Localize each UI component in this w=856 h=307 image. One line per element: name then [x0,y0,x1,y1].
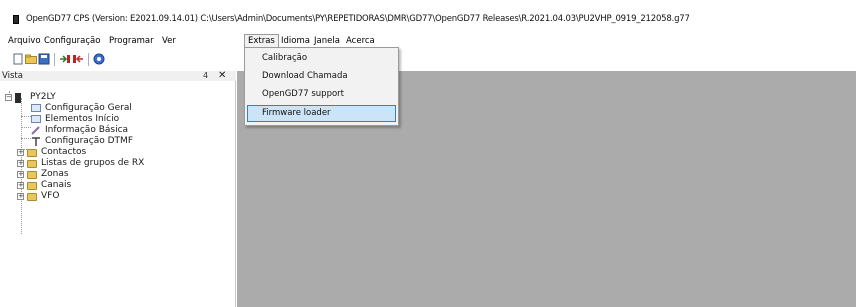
tree-panel: Vista 4 ✕ − PY2LY Configuração Geral Ele… [0,70,236,307]
menu-extras[interactable]: Extras [244,34,279,48]
help-circle-icon [93,53,105,65]
toolbar [0,48,856,71]
title-bar: OpenGD77 CPS (Version: E2021.09.14.01) C… [0,0,856,34]
toolbar-separator [54,53,55,66]
write-arrow-icon [73,55,83,63]
tree-item-label: Configuração DTMF [45,136,133,146]
panel-header: Vista 4 ✕ [0,70,236,81]
tree-item-canais[interactable]: + Canais [0,180,236,191]
expand-icon[interactable]: + [17,182,24,189]
menu-configuracao[interactable]: Configuração [41,34,103,48]
tree-item-label: Contactos [41,147,87,157]
menu-arquivo[interactable]: Arquivo [5,34,44,48]
tree-item-label: Informação Básica [45,125,129,135]
dtmf-icon [31,137,41,146]
settings-document-icon [31,104,41,112]
menu-item-download-chamada[interactable]: Download Chamada [247,68,396,85]
help-button[interactable] [93,53,105,65]
window-title: OpenGD77 CPS (Version: E2021.09.14.01) C… [26,14,690,24]
read-radio-button[interactable] [59,53,71,65]
tree-item-vfo[interactable]: + VFO [0,191,236,202]
menu-bar: Arquivo Configuração Programar Ver Extra… [0,34,856,48]
open-folder-icon [25,54,37,64]
save-disk-icon [38,53,50,65]
expand-icon[interactable]: + [17,193,24,200]
new-file-icon [13,53,23,65]
close-icon[interactable]: ✕ [218,70,226,81]
folder-icon [27,171,37,179]
new-file-button[interactable] [12,53,24,65]
folder-icon [27,160,37,168]
tree-item-elementos-inicio[interactable]: Elementos Início [0,114,236,125]
menu-programar[interactable]: Programar [106,34,157,48]
panel-title: Vista [2,71,23,81]
write-radio-button[interactable] [72,53,84,65]
tree-item-label: Configuração Geral [45,103,132,113]
pin-icon[interactable]: 4 [203,71,208,81]
info-pen-icon [31,126,41,135]
save-button[interactable] [38,53,50,65]
collapse-icon[interactable]: − [5,94,12,101]
radio-device-icon [15,93,21,103]
tree-item-informacao-basica[interactable]: Informação Básica [0,125,236,136]
extras-dropdown-menu: Calibração Download Chamada OpenGD77 sup… [244,47,399,126]
tree-root[interactable]: − PY2LY [0,92,236,103]
tree-item-contactos[interactable]: + Contactos [0,147,236,158]
tree-item-configuracao-geral[interactable]: Configuração Geral [0,103,236,114]
app-icon [13,15,19,24]
menu-item-calibracao[interactable]: Calibração [247,50,396,67]
menu-acerca[interactable]: Acerca [343,34,378,48]
menu-ver[interactable]: Ver [159,34,179,48]
tree-item-label: Zonas [41,169,69,179]
tree-item-label: Canais [41,180,72,190]
folder-icon [27,182,37,190]
folder-icon [27,193,37,201]
open-file-button[interactable] [25,53,37,65]
menu-item-firmware-loader[interactable]: Firmware loader [247,105,396,122]
menu-janela[interactable]: Janela [311,34,343,48]
toolbar-separator [88,53,89,66]
tree-root-label: PY2LY [30,92,56,102]
expand-icon[interactable]: + [17,160,24,167]
document-icon [31,115,41,123]
tree-item-configuracao-dtmf[interactable]: Configuração DTMF [0,136,236,147]
tree-item-listas-rx[interactable]: + Listas de grupos de RX [0,158,236,169]
expand-icon[interactable]: + [17,171,24,178]
tree-item-label: Listas de grupos de RX [41,158,145,168]
expand-icon[interactable]: + [17,149,24,156]
tree-item-zonas[interactable]: + Zonas [0,169,236,180]
menu-item-opengd77-support[interactable]: OpenGD77 support [247,86,396,103]
folder-icon [27,149,37,157]
tree-item-label: Elementos Início [45,114,120,124]
tree-item-label: VFO [41,191,60,201]
read-arrow-icon [60,55,70,63]
menu-idioma[interactable]: Idioma [278,34,313,48]
